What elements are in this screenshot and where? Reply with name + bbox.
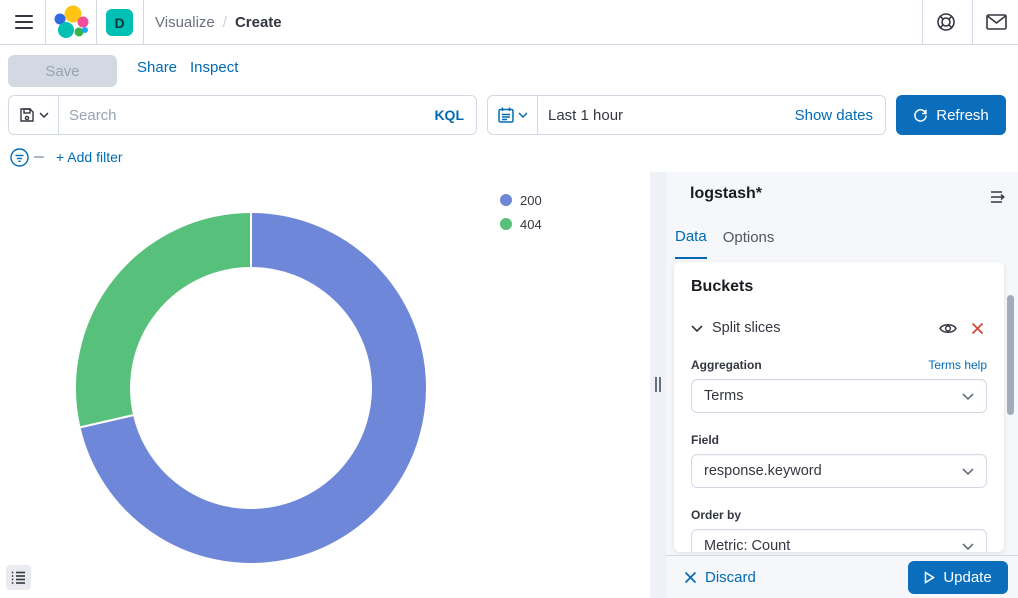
filter-icon[interactable]	[8, 146, 30, 168]
aggregation-select[interactable]: Terms	[691, 379, 987, 413]
order-by-select[interactable]: Metric: Count	[691, 529, 987, 552]
divider	[922, 0, 923, 44]
filter-bar: + Add filter	[0, 142, 1018, 172]
index-pattern-title: logstash*	[690, 185, 762, 203]
chevron-down-icon	[39, 112, 49, 118]
elastic-logo[interactable]	[53, 5, 89, 39]
legend-item-200[interactable]: 200	[500, 188, 542, 212]
refresh-button[interactable]: Refresh	[896, 95, 1006, 135]
breadcrumb: Visualize / Create	[155, 0, 282, 44]
menu-icon[interactable]	[8, 6, 40, 38]
legend-dot	[500, 194, 512, 206]
content-area: 200 404 logstash*	[0, 172, 1018, 598]
refresh-icon	[913, 108, 928, 123]
mail-icon[interactable]	[980, 6, 1012, 38]
visualization-editor-panel: logstash* Data Options Buckets Split sli…	[666, 172, 1018, 598]
save-query-icon	[19, 107, 35, 123]
top-navigation-bar: D Visualize / Create	[0, 0, 1018, 45]
terms-help-link[interactable]: Terms help	[928, 358, 987, 372]
donut-slice-404[interactable]	[75, 212, 251, 427]
calendar-icon[interactable]	[488, 96, 538, 134]
space-avatar[interactable]: D	[106, 9, 133, 36]
time-range-value[interactable]: Last 1 hour	[538, 96, 783, 134]
editor-tabs: Data Options	[675, 224, 774, 259]
visualization-pane: 200 404	[0, 172, 650, 598]
search-control: KQL	[8, 95, 477, 135]
eye-icon[interactable]	[938, 318, 958, 338]
order-by-label: Order by	[691, 508, 741, 522]
divider	[972, 0, 973, 44]
add-filter-button[interactable]: + Add filter	[56, 149, 123, 165]
chevron-down-icon	[518, 112, 528, 118]
saved-query-menu-button[interactable]	[9, 96, 59, 134]
legend-item-404[interactable]: 404	[500, 212, 542, 236]
query-bar: KQL Last 1 hour Show dates Refresh	[0, 90, 1018, 142]
help-icon[interactable]	[930, 6, 962, 38]
resize-handle-icon	[655, 377, 661, 392]
date-picker-control: Last 1 hour Show dates	[487, 95, 886, 135]
chevron-down-icon	[962, 393, 974, 400]
update-button[interactable]: Update	[908, 561, 1008, 594]
filter-dash	[34, 156, 44, 158]
kibana-visualize-app: D Visualize / Create Save Share Inspect	[0, 0, 1018, 598]
legend-dot	[500, 218, 512, 230]
divider	[96, 0, 97, 44]
split-slices-label[interactable]: Split slices	[712, 320, 929, 336]
query-language-button[interactable]: KQL	[422, 96, 476, 134]
breadcrumb-create: Create	[235, 14, 282, 31]
aggregation-label: Aggregation	[691, 358, 762, 372]
save-button[interactable]: Save	[8, 55, 117, 87]
discard-x-icon	[684, 571, 697, 584]
share-button[interactable]: Share	[137, 45, 177, 90]
play-icon	[924, 571, 935, 584]
visualize-actions-row: Save Share Inspect	[0, 45, 1018, 90]
field-select[interactable]: response.keyword	[691, 454, 987, 488]
inspect-button[interactable]: Inspect	[190, 45, 238, 90]
legend-toggle-icon[interactable]	[6, 565, 31, 590]
donut-chart[interactable]	[0, 172, 650, 598]
chevron-down-icon	[962, 543, 974, 550]
breadcrumb-separator: /	[223, 14, 227, 31]
tab-options[interactable]: Options	[723, 224, 775, 259]
editor-footer: Discard Update	[666, 555, 1018, 598]
buckets-title: Buckets	[691, 278, 987, 296]
tab-data[interactable]: Data	[675, 224, 707, 259]
divider	[45, 0, 46, 44]
chevron-down-icon	[962, 468, 974, 475]
split-slices-row: Split slices	[691, 318, 987, 338]
panel-resize-divider[interactable]	[650, 172, 666, 598]
divider	[143, 0, 144, 44]
buckets-card: Buckets Split slices	[674, 262, 1004, 552]
discard-button[interactable]: Discard	[684, 569, 756, 586]
panel-scrollbar[interactable]	[1007, 295, 1014, 415]
show-dates-button[interactable]: Show dates	[783, 96, 885, 134]
breadcrumb-visualize[interactable]: Visualize	[155, 14, 215, 31]
collapse-panel-icon[interactable]	[984, 183, 1012, 211]
chart-legend: 200 404	[500, 188, 542, 236]
chevron-down-icon[interactable]	[691, 325, 703, 332]
field-label: Field	[691, 433, 719, 447]
remove-icon[interactable]	[967, 318, 987, 338]
search-input[interactable]	[59, 96, 422, 134]
